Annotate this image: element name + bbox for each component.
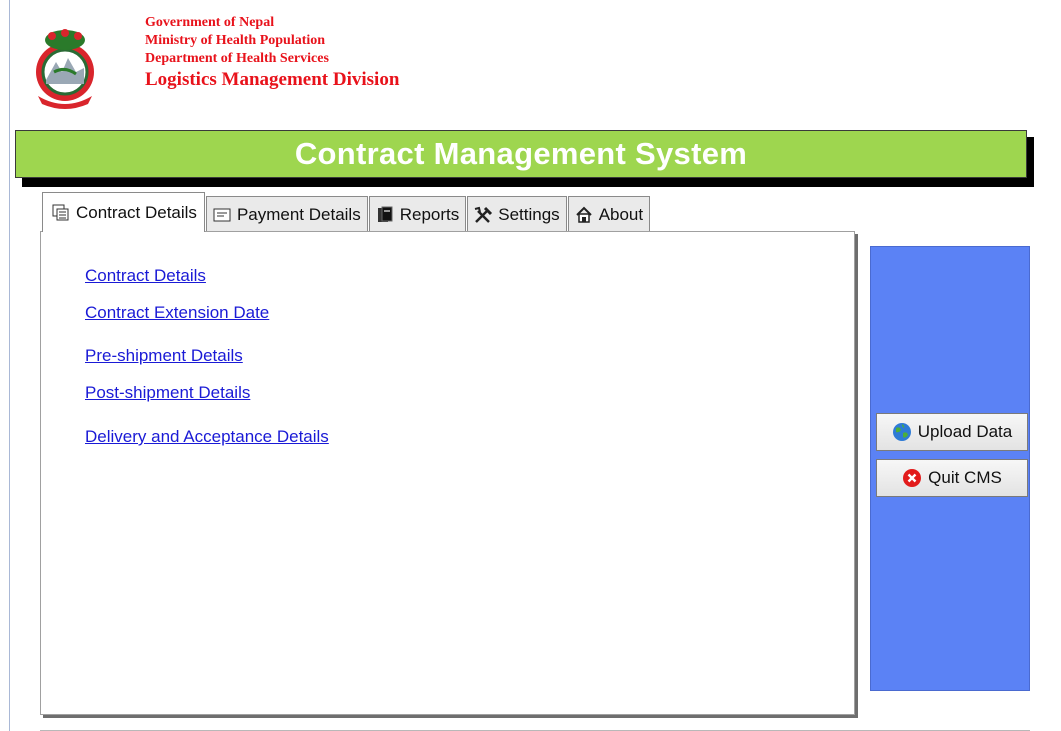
quit-cms-button[interactable]: Quit CMS [876,459,1028,497]
tab-label: About [598,204,644,224]
payment-details-icon [212,205,232,225]
contract-details-icon [51,203,71,223]
quit-cms-label: Quit CMS [928,468,1002,487]
org-line-department: Department of Health Services [145,51,329,66]
organization-heading: Government of Nepal Ministry of Health P… [145,14,399,92]
tab-label: Payment Details [236,204,361,224]
left-border-line [9,0,10,731]
close-circle-icon [902,468,922,488]
tab-label: Settings [498,204,560,224]
link-post-shipment-details[interactable]: Post-shipment Details [85,383,250,403]
tab-bar: Contract Details Payment Details Reports… [42,192,651,232]
action-side-panel: Upload Data Quit CMS [870,246,1030,691]
upload-data-button[interactable]: Upload Data [876,413,1028,451]
link-contract-details[interactable]: Contract Details [85,266,206,286]
org-line-division: Logistics Management Division [145,69,400,90]
tab-settings[interactable]: Settings [467,196,567,232]
settings-tools-icon [473,205,493,225]
tab-contract-details[interactable]: Contract Details [42,192,205,232]
tab-reports[interactable]: Reports [368,196,467,232]
app-title-banner: Contract Management System [15,130,1027,178]
tab-about[interactable]: About [567,196,651,232]
house-icon [574,205,594,225]
contract-details-panel: Contract Details Contract Extension Date… [40,231,855,715]
app-title: Contract Management System [294,136,748,171]
link-contract-extension-date[interactable]: Contract Extension Date [85,303,269,323]
nepal-emblem-logo [36,29,94,109]
tab-label: Contract Details [76,202,197,222]
link-pre-shipment-details[interactable]: Pre-shipment Details [85,346,243,366]
globe-icon [892,422,912,442]
org-line-government: Government of Nepal [145,15,275,30]
org-line-ministry: Ministry of Health Population [145,33,326,48]
tab-label: Reports [399,204,460,224]
upload-data-label: Upload Data [917,422,1013,441]
link-delivery-acceptance-details[interactable]: Delivery and Acceptance Details [85,427,329,447]
reports-icon [375,205,395,225]
tab-payment-details[interactable]: Payment Details [205,196,368,232]
